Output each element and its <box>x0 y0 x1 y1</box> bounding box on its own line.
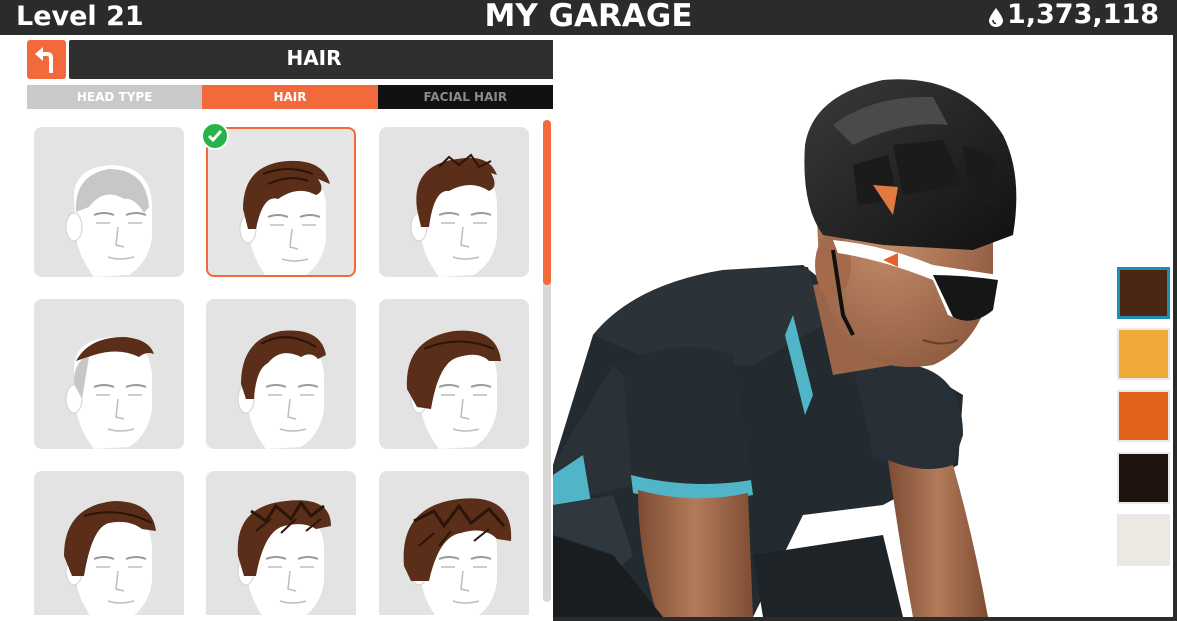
hairstyle-icon <box>410 153 497 277</box>
hair-grid <box>27 115 539 615</box>
hair-option-shaggy[interactable] <box>379 471 529 615</box>
selected-check-icon <box>201 122 229 150</box>
hair-option-messy[interactable] <box>206 471 356 615</box>
hair-option-short-swept[interactable] <box>206 127 356 277</box>
hairstyle-icon <box>237 500 331 615</box>
rider-arm <box>638 490 753 617</box>
hair-color-swatch[interactable] <box>1117 390 1170 442</box>
hairstyle-icon <box>65 337 154 449</box>
hair-option-bald[interactable] <box>34 127 184 277</box>
hairstyle-icon <box>65 165 152 277</box>
frame-edge <box>1173 35 1177 621</box>
hair-color-swatch[interactable] <box>1117 328 1170 380</box>
hair-option-short-spiky[interactable] <box>379 127 529 277</box>
hair-option-side-part[interactable] <box>34 471 184 615</box>
hair-color-swatch[interactable] <box>1117 514 1170 566</box>
top-bar: Level 21 MY GARAGE 1,373,118 <box>0 0 1177 35</box>
hairstyle-icon <box>239 160 330 275</box>
avatar-preview <box>553 35 1173 617</box>
back-arrow-icon <box>34 46 53 73</box>
hair-option-undercut[interactable] <box>34 299 184 449</box>
hair-color-swatch[interactable] <box>1117 452 1170 504</box>
drop-icon <box>988 8 1003 27</box>
rider-arm <box>888 460 988 617</box>
hairstyle-icon <box>406 330 501 449</box>
hairstyle-icon <box>237 330 326 449</box>
back-button[interactable] <box>27 40 66 79</box>
hairstyle-icon <box>64 501 156 615</box>
section-title: HAIR <box>69 40 559 79</box>
hair-color-swatch[interactable] <box>1117 267 1170 319</box>
tab-hair[interactable]: HAIR <box>202 85 378 109</box>
scrollbar-thumb[interactable] <box>543 120 551 285</box>
drops-value: 1,373,118 <box>1006 0 1159 30</box>
drops-balance: 1,373,118 <box>988 0 1159 30</box>
category-tabs: HEAD TYPE HAIR FACIAL HAIR <box>27 85 553 109</box>
frame-edge <box>553 617 1177 621</box>
hair-option-pompadour[interactable] <box>206 299 356 449</box>
hairstyle-icon <box>403 498 512 615</box>
hair-option-side-swept[interactable] <box>379 299 529 449</box>
tab-facial-hair[interactable]: FACIAL HAIR <box>377 85 553 109</box>
tab-head-type[interactable]: HEAD TYPE <box>27 85 203 109</box>
